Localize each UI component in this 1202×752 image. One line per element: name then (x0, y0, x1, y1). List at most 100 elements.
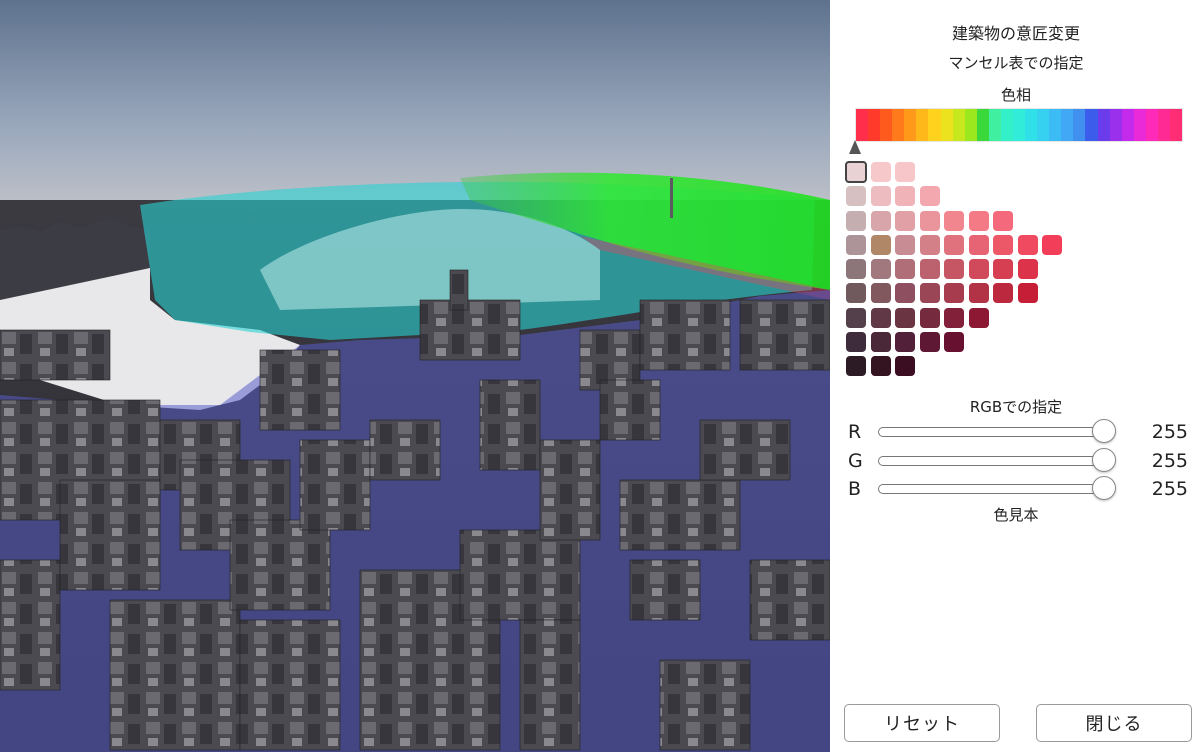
hue-segment[interactable] (868, 109, 881, 141)
munsell-chip[interactable] (846, 332, 866, 353)
munsell-chip[interactable] (895, 307, 915, 328)
hue-segment[interactable] (1085, 109, 1098, 141)
hue-segment[interactable] (1049, 109, 1062, 141)
g-slider-knob[interactable] (1092, 448, 1116, 472)
munsell-chip[interactable] (1017, 283, 1038, 304)
r-slider-row: R 255 (848, 419, 1188, 445)
munsell-chip[interactable] (1017, 234, 1038, 255)
munsell-chip[interactable] (919, 210, 940, 231)
hue-segment[interactable] (892, 109, 905, 141)
hue-segment[interactable] (928, 109, 941, 141)
munsell-chip[interactable] (895, 259, 915, 280)
hue-segment[interactable] (1145, 109, 1158, 141)
hue-segment[interactable] (1000, 109, 1014, 141)
munsell-chip[interactable] (993, 210, 1013, 231)
g-value: 255 (1151, 450, 1188, 472)
r-slider-track[interactable] (878, 427, 1110, 437)
hue-segment[interactable] (1170, 109, 1183, 141)
munsell-chip[interactable] (968, 259, 989, 280)
munsell-row (846, 307, 1067, 332)
r-slider-knob[interactable] (1092, 419, 1116, 443)
munsell-row (846, 356, 1067, 380)
munsell-chip[interactable] (895, 356, 915, 377)
hue-segment[interactable] (1133, 109, 1146, 141)
munsell-chip[interactable] (944, 283, 964, 304)
munsell-chip[interactable] (944, 210, 964, 231)
munsell-chip[interactable] (968, 307, 989, 328)
hue-segment[interactable] (1025, 109, 1038, 141)
munsell-chip[interactable] (919, 307, 940, 328)
munsell-chip[interactable] (870, 234, 891, 255)
hue-segment[interactable] (976, 109, 989, 141)
munsell-chip[interactable] (846, 356, 866, 377)
hue-segment[interactable] (1097, 109, 1110, 141)
hue-segment[interactable] (1073, 109, 1086, 141)
munsell-chip[interactable] (870, 259, 891, 280)
munsell-chip[interactable] (845, 161, 867, 183)
close-button[interactable]: 閉じる (1036, 704, 1192, 742)
munsell-row (846, 283, 1067, 307)
munsell-chip[interactable] (846, 210, 866, 231)
munsell-chip[interactable] (870, 307, 891, 328)
munsell-chip[interactable] (993, 234, 1013, 255)
munsell-chip[interactable] (968, 283, 989, 304)
munsell-chip[interactable] (895, 332, 915, 353)
munsell-chip[interactable] (968, 210, 989, 231)
munsell-chip[interactable] (919, 259, 940, 280)
munsell-chip[interactable] (870, 162, 891, 182)
hue-marker-icon[interactable] (849, 140, 861, 154)
hue-segment[interactable] (964, 109, 977, 141)
munsell-row (846, 210, 1067, 235)
reset-button[interactable]: リセット (844, 704, 1000, 742)
hue-segment[interactable] (1037, 109, 1050, 141)
munsell-chip[interactable] (1017, 259, 1038, 280)
munsell-chip[interactable] (993, 283, 1013, 304)
munsell-chip[interactable] (870, 210, 891, 231)
b-slider-track[interactable] (878, 484, 1110, 494)
hue-segment[interactable] (904, 109, 917, 141)
munsell-row (846, 234, 1067, 259)
munsell-chip[interactable] (1042, 234, 1062, 255)
munsell-chip[interactable] (895, 186, 915, 207)
hue-segment[interactable] (952, 109, 965, 141)
munsell-chip[interactable] (968, 234, 989, 255)
munsell-chip[interactable] (870, 283, 891, 304)
munsell-chip[interactable] (846, 307, 866, 328)
munsell-chip[interactable] (944, 259, 964, 280)
munsell-chip[interactable] (895, 283, 915, 304)
b-slider-knob[interactable] (1092, 476, 1116, 500)
hue-segment[interactable] (856, 109, 869, 141)
hue-segment[interactable] (1061, 109, 1074, 141)
hue-segment[interactable] (880, 109, 893, 141)
hue-segment[interactable] (916, 109, 929, 141)
munsell-chip[interactable] (846, 259, 866, 280)
munsell-chip[interactable] (919, 332, 940, 353)
munsell-chip[interactable] (944, 307, 964, 328)
3d-city-viewport[interactable] (0, 0, 830, 752)
g-slider-track[interactable] (878, 456, 1110, 466)
hue-segment[interactable] (940, 109, 953, 141)
munsell-chip[interactable] (895, 162, 915, 182)
hue-segment[interactable] (1013, 109, 1026, 141)
hue-segment[interactable] (988, 109, 1001, 141)
hue-bar[interactable] (855, 108, 1183, 142)
munsell-chip[interactable] (870, 186, 891, 207)
munsell-chip[interactable] (870, 356, 891, 377)
munsell-chip[interactable] (846, 283, 866, 304)
munsell-chip[interactable] (846, 186, 866, 207)
munsell-row (846, 259, 1067, 283)
hue-segment[interactable] (1121, 109, 1134, 141)
hue-segment[interactable] (1157, 109, 1171, 141)
hue-segment[interactable] (1109, 109, 1122, 141)
munsell-chip[interactable] (919, 283, 940, 304)
munsell-chip[interactable] (895, 234, 915, 255)
munsell-chip[interactable] (919, 234, 940, 255)
munsell-chip[interactable] (944, 332, 964, 353)
munsell-chip[interactable] (993, 259, 1013, 280)
munsell-chip[interactable] (895, 210, 915, 231)
munsell-chip[interactable] (944, 234, 964, 255)
munsell-chip[interactable] (846, 234, 866, 255)
color-swatch-label: 色見本 (993, 506, 1039, 524)
munsell-chip[interactable] (870, 332, 891, 353)
munsell-chip[interactable] (919, 186, 940, 207)
